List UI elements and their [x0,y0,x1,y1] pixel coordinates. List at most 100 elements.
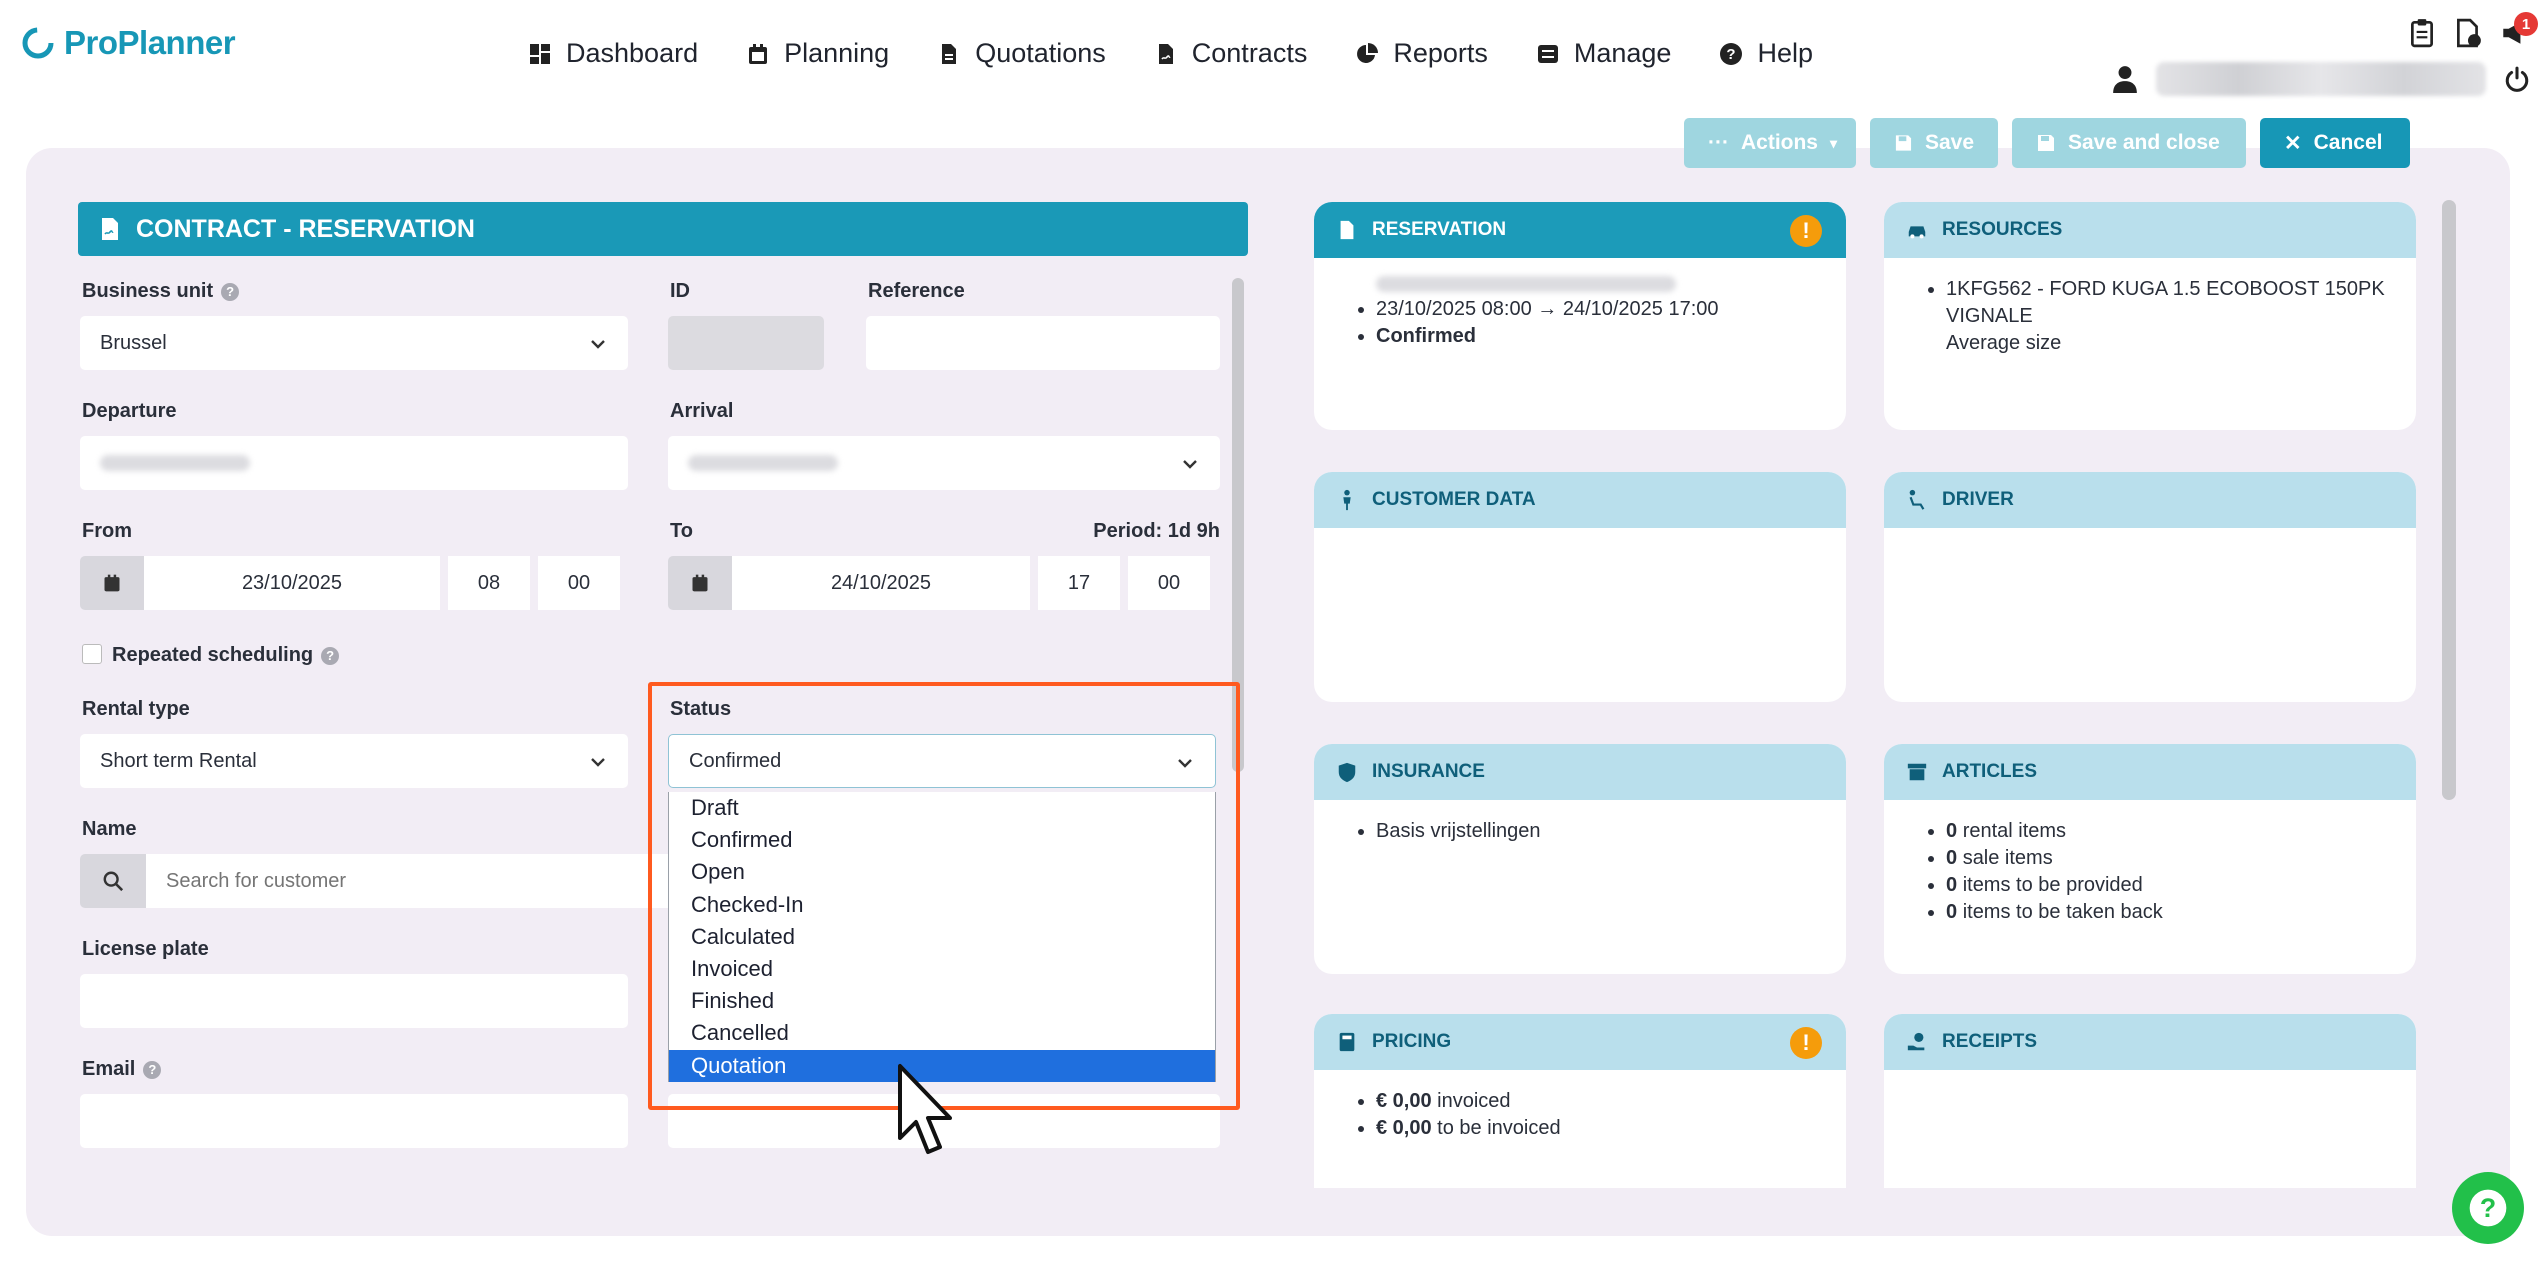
pricing-header: PRICING ! [1314,1014,1846,1070]
warning-icon[interactable]: ! [1790,215,1822,247]
article-item: 0 items to be taken back [1946,899,2416,926]
user-name-blurred [2156,62,2486,96]
reference-input[interactable] [866,316,1220,370]
document-euro-icon[interactable] [2454,18,2482,48]
to-date-input[interactable]: 24/10/2025 [732,556,1030,610]
to-datetime: 24/10/2025 17 00 [668,556,1210,610]
nav-label: Help [1757,38,1813,68]
resources-body: 1KFG562 - FORD KUGA 1.5 ECOBOOST 150PK VI… [1884,258,2416,357]
brand-name: ProPlanner [64,24,236,61]
pricing-body: € 0,00 invoiced € 0,00 to be invoiced [1314,1070,1846,1142]
reservation-body: 23/10/2025 08:00 → 24/10/2025 17:00 Conf… [1314,258,1846,350]
reference-label: Reference [868,280,965,302]
floppy-icon [2038,135,2054,151]
receipts-header: RECEIPTS [1884,1014,2416,1070]
car-icon [1908,226,1926,239]
article-item: 0 sale items [1946,845,2416,872]
to-hour-input[interactable]: 17 [1038,556,1120,610]
repeated-scheduling-checkbox[interactable] [82,644,102,664]
receipts-card: RECEIPTS [1884,1014,2416,1188]
insurance-header: INSURANCE [1314,744,1846,800]
nav-contracts[interactable]: Contracts [1154,38,1308,69]
document-icon [942,43,957,64]
nav-dashboard[interactable]: Dashboard [528,38,698,69]
departure-select[interactable] [80,436,628,490]
insurance-body: Basis vrijstellingen [1314,800,1846,845]
customer-search-input[interactable] [146,854,686,908]
nav-help[interactable]: ? Help [1719,38,1813,69]
nav-label: Planning [784,38,890,68]
resource-size: Average size [1946,332,2062,354]
period-text: Period: 1d 9h [1093,520,1220,542]
to-minute-input[interactable]: 00 [1128,556,1210,610]
mouse-cursor-icon [898,1064,952,1154]
document-icon [1340,220,1354,240]
warning-icon[interactable]: ! [1790,1027,1822,1059]
power-icon[interactable] [2504,66,2530,92]
nav-reports[interactable]: Reports [1355,38,1488,69]
resources-card: RESOURCES 1KFG562 - FORD KUGA 1.5 ECOBOO… [1884,202,2416,430]
archive-icon [1907,763,1927,781]
dashboard-icon [530,43,550,64]
help-icon[interactable]: ? [221,282,240,301]
rental-type-select[interactable]: Short term Rental [80,734,628,788]
calendar-icon [104,574,120,592]
nav-quotations[interactable]: Quotations [937,38,1106,69]
nav-label: Quotations [975,38,1106,68]
pie-chart-icon [1357,42,1379,63]
from-hour-input[interactable]: 08 [448,556,530,610]
resource-line: VIGNALE [1946,305,2033,327]
to-label: To [670,520,693,542]
user-icon [2113,66,2137,93]
nav-planning[interactable]: Planning [746,38,889,69]
calendar-button[interactable] [80,556,144,610]
resource-line: 1KFG562 - FORD KUGA 1.5 ECOBOOST 150PK [1946,278,2385,300]
svg-text:?: ? [2480,1193,2496,1223]
floppy-icon [1895,135,1912,151]
cards-scrollbar[interactable] [2442,200,2456,800]
contract-icon [102,218,118,240]
rental-type-label: Rental type [82,698,190,720]
cancel-button[interactable]: ✕ Cancel [2260,118,2410,168]
article-item: 0 items to be provided [1946,872,2416,899]
articles-card: ARTICLES 0 rental items 0 sale items 0 i… [1884,744,2416,974]
help-chat-button[interactable]: ? [2452,1172,2524,1244]
nav-label: Reports [1393,38,1488,68]
driver-card: DRIVER [1884,472,2416,702]
form-title: CONTRACT - RESERVATION [136,214,475,243]
logo[interactable]: ProPlanner [20,24,236,62]
actions-button[interactable]: ··· Actions ▾ [1684,118,1856,168]
email-input[interactable] [80,1094,628,1148]
search-icon [103,871,124,892]
help-icon[interactable]: ? [143,1060,162,1079]
calendar-icon [692,574,708,592]
notifications[interactable]: 1 [2500,12,2538,48]
arrival-label: Arrival [670,400,734,422]
departure-label: Departure [82,400,177,422]
save-button[interactable]: Save [1870,118,1998,168]
nav-manage[interactable]: Manage [1536,38,1671,69]
notification-badge: 1 [2514,12,2538,36]
chevron-down-icon [1183,460,1197,469]
nav-label: Contracts [1191,38,1308,68]
clipboard-icon[interactable] [2408,18,2436,48]
business-unit-select[interactable]: Brussel [80,316,628,370]
save-and-close-button[interactable]: Save and close [2012,118,2246,168]
id-field [668,316,824,370]
from-minute-input[interactable]: 00 [538,556,620,610]
reservation-period: 23/10/2025 08:00 → 24/10/2025 17:00 [1376,296,1846,323]
shield-icon [1338,762,1356,783]
help-icon[interactable]: ? [321,646,340,665]
search-button[interactable] [80,854,146,908]
reservation-header: RESERVATION ! [1314,202,1846,258]
from-date-input[interactable]: 23/10/2025 [144,556,440,610]
user-menu[interactable] [2112,62,2530,96]
email-label: Email? [82,1058,162,1081]
license-plate-label: License plate [82,938,209,960]
arrival-select[interactable] [668,436,1220,490]
toolbar: ··· Actions ▾ Save Save and close ✕ Canc… [1684,118,2410,168]
calendar-button[interactable] [668,556,732,610]
customer-data-card: CUSTOMER DATA [1314,472,1846,702]
license-plate-input[interactable] [80,974,628,1028]
article-item: 0 rental items [1946,818,2416,845]
